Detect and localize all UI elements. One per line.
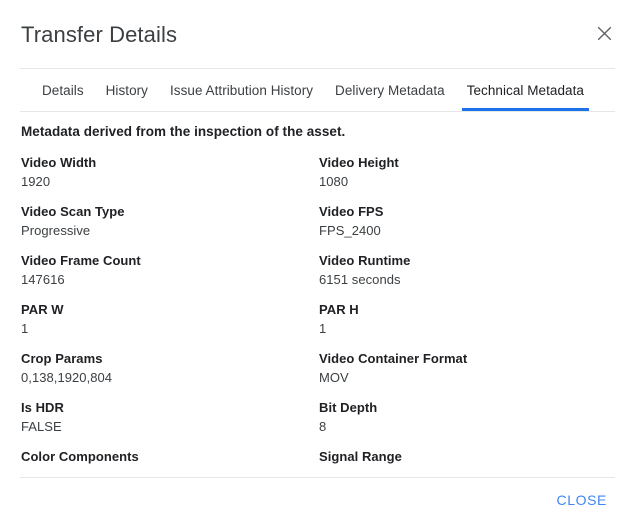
metadata-field-value: MOV bbox=[319, 370, 349, 385]
section-description: Metadata derived from the inspection of … bbox=[21, 124, 346, 139]
metadata-field: Color Components bbox=[20, 447, 318, 477]
metadata-field: Signal Range bbox=[318, 447, 615, 477]
metadata-field-value: 1 bbox=[21, 321, 29, 336]
metadata-field-value: FALSE bbox=[21, 419, 62, 434]
tab-label: History bbox=[105, 82, 148, 98]
metadata-field-label: PAR W bbox=[21, 302, 64, 317]
metadata-field-value: 1080 bbox=[319, 174, 349, 189]
metadata-field-value: 0,138,1920,804 bbox=[21, 370, 113, 385]
metadata-field: Bit Depth 8 bbox=[318, 398, 615, 447]
tab-label: Details bbox=[42, 82, 84, 98]
tab-label: Issue Attribution History bbox=[169, 82, 314, 98]
metadata-field-label: Is HDR bbox=[21, 400, 64, 415]
tab-label: Delivery Metadata bbox=[335, 82, 445, 98]
metadata-field-label: PAR H bbox=[319, 302, 359, 317]
metadata-field: Video Width 1920 bbox=[20, 153, 318, 202]
metadata-field-value bbox=[21, 466, 318, 477]
metadata-field-label: Video Height bbox=[319, 155, 399, 170]
metadata-field-value: Progressive bbox=[21, 223, 91, 238]
tab-label: Technical Metadata bbox=[466, 82, 584, 98]
metadata-field-label: Video Container Format bbox=[319, 351, 468, 366]
metadata-field: Video Height 1080 bbox=[318, 153, 615, 202]
metadata-field-label: Bit Depth bbox=[319, 400, 378, 415]
metadata-field-label: Video Runtime bbox=[319, 253, 411, 268]
metadata-field-label: Video Scan Type bbox=[21, 204, 125, 219]
dialog-footer: CLOSE bbox=[0, 478, 635, 522]
transfer-details-dialog: Transfer Details Details History Issue Att… bbox=[0, 0, 635, 522]
metadata-field-value: 6151 seconds bbox=[319, 272, 401, 287]
dialog-header: Transfer Details bbox=[0, 0, 635, 68]
metadata-field-label: Signal Range bbox=[319, 449, 402, 464]
metadata-field-label: Color Components bbox=[21, 449, 139, 464]
tab-delivery-metadata[interactable]: Delivery Metadata bbox=[324, 69, 456, 111]
metadata-field: PAR W 1 bbox=[20, 300, 318, 349]
metadata-field-grid: Video Width 1920 Video Height 1080 Video Sca… bbox=[20, 153, 615, 477]
metadata-field: Crop Params 0,138,1920,804 bbox=[20, 349, 318, 398]
close-icon[interactable] bbox=[591, 20, 617, 46]
metadata-field: Video Runtime 6151 seconds bbox=[318, 251, 615, 300]
metadata-field-label: Video FPS bbox=[319, 204, 384, 219]
tab-issue-attribution-history[interactable]: Issue Attribution History bbox=[159, 69, 324, 111]
page-title: Transfer Details bbox=[21, 22, 178, 47]
metadata-field-value: 147616 bbox=[21, 272, 65, 287]
metadata-field-value: 1920 bbox=[21, 174, 51, 189]
metadata-field-label: Video Frame Count bbox=[21, 253, 141, 268]
metadata-field-label: Video Width bbox=[21, 155, 97, 170]
metadata-field-value: 8 bbox=[319, 419, 327, 434]
metadata-field-value bbox=[319, 466, 615, 477]
dialog-content-scroll-area: Metadata derived from the inspection of … bbox=[20, 112, 615, 478]
metadata-field-label: Crop Params bbox=[21, 351, 103, 366]
tab-details[interactable]: Details bbox=[31, 69, 95, 111]
metadata-field: Video Frame Count 147616 bbox=[20, 251, 318, 300]
close-button[interactable]: CLOSE bbox=[549, 484, 615, 516]
metadata-field: Video FPS FPS_2400 bbox=[318, 202, 615, 251]
metadata-field: Video Scan Type Progressive bbox=[20, 202, 318, 251]
metadata-field: PAR H 1 bbox=[318, 300, 615, 349]
metadata-field: Is HDR FALSE bbox=[20, 398, 318, 447]
tab-history[interactable]: History bbox=[95, 69, 159, 111]
tab-technical-metadata[interactable]: Technical Metadata bbox=[456, 69, 595, 111]
tab-bar: Details History Issue Attribution History D… bbox=[20, 68, 615, 112]
metadata-field-value: FPS_2400 bbox=[319, 223, 381, 238]
metadata-field-value: 1 bbox=[319, 321, 327, 336]
metadata-field: Video Container Format MOV bbox=[318, 349, 615, 398]
